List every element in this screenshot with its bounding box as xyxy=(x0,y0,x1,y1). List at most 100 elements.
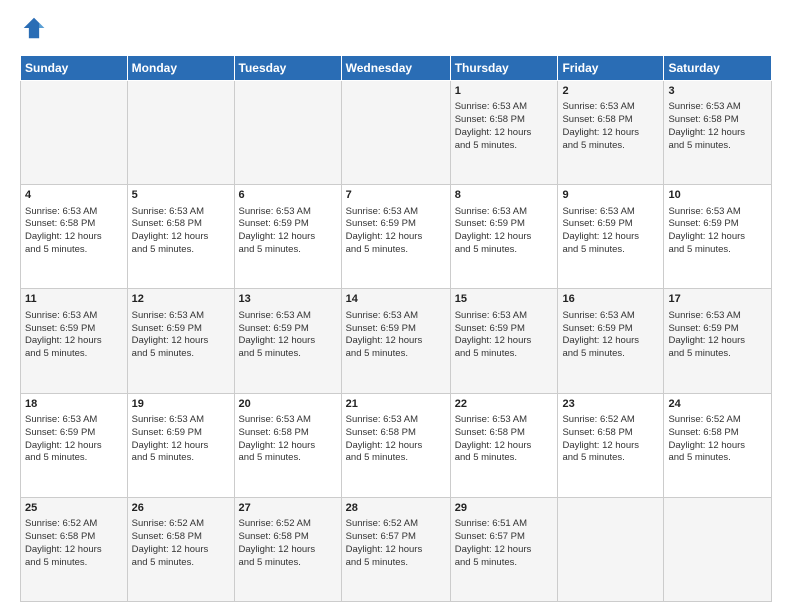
col-saturday: Saturday xyxy=(664,56,772,81)
table-row: 3Sunrise: 6:53 AM Sunset: 6:58 PM Daylig… xyxy=(664,81,772,185)
table-row xyxy=(21,81,128,185)
table-row: 4 Sunrise: 6:53 AM Sunset: 6:58 PM Daylig… xyxy=(21,185,128,289)
table-row: 19 Sunrise: 6:53 AM Sunset: 6:59 PM Dayli… xyxy=(127,393,234,497)
table-row: 7 Sunrise: 6:53 AM Sunset: 6:59 PM Daylig… xyxy=(341,185,450,289)
table-row: 5 Sunrise: 6:53 AM Sunset: 6:58 PM Daylig… xyxy=(127,185,234,289)
table-row: 23Sunrise: 6:52 AM Sunset: 6:58 PM Dayli… xyxy=(558,393,664,497)
calendar-header-row: Sunday Monday Tuesday Wednesday Thursday… xyxy=(21,56,772,81)
calendar-table: Sunday Monday Tuesday Wednesday Thursday… xyxy=(20,55,772,602)
day-number: 1 xyxy=(455,84,554,99)
table-row: 22 Sunrise: 6:53 AM Sunset: 6:58 PM Dayli… xyxy=(450,393,558,497)
day-number: 23 xyxy=(562,397,659,412)
day-info: Sunrise: 6:52 AM Sunset: 6:58 PM Dayligh… xyxy=(668,414,767,465)
calendar-week-row: 18Sunrise: 6:53 AM Sunset: 6:59 PM Dayli… xyxy=(21,393,772,497)
day-info: Sunrise: 6:53 AM Sunset: 6:58 PM Dayligh… xyxy=(25,206,123,257)
day-number: 3 xyxy=(668,84,767,99)
day-number: 14 xyxy=(346,292,446,307)
day-info: Sunrise: 6:51 AM Sunset: 6:57 PM Dayligh… xyxy=(455,518,554,569)
table-row xyxy=(341,81,450,185)
calendar-week-row: 4 Sunrise: 6:53 AM Sunset: 6:58 PM Daylig… xyxy=(21,185,772,289)
day-number: 12 xyxy=(132,292,230,307)
day-number: 25 xyxy=(25,501,123,516)
day-number: 9 xyxy=(562,188,659,203)
col-thursday: Thursday xyxy=(450,56,558,81)
table-row: 27 Sunrise: 6:52 AM Sunset: 6:58 PM Dayli… xyxy=(234,497,341,601)
table-row: 25 Sunrise: 6:52 AM Sunset: 6:58 PM Dayli… xyxy=(21,497,128,601)
col-sunday: Sunday xyxy=(21,56,128,81)
day-number: 13 xyxy=(239,292,337,307)
table-row: 13 Sunrise: 6:53 AM Sunset: 6:59 PM Dayli… xyxy=(234,289,341,393)
table-row: 16 Sunrise: 6:53 AM Sunset: 6:59 PM Dayli… xyxy=(558,289,664,393)
day-info: Sunrise: 6:52 AM Sunset: 6:58 PM Dayligh… xyxy=(25,518,123,569)
day-info: Sunrise: 6:53 AM Sunset: 6:58 PM Dayligh… xyxy=(455,414,554,465)
day-number: 21 xyxy=(346,397,446,412)
calendar-week-row: 1 Sunrise: 6:53 AM Sunset: 6:58 PM Daylig… xyxy=(21,81,772,185)
day-info: Sunrise: 6:53 AM Sunset: 6:59 PM Dayligh… xyxy=(562,310,659,361)
table-row: 10 Sunrise: 6:53 AM Sunset: 6:59 PM Dayli… xyxy=(664,185,772,289)
day-number: 2 xyxy=(562,84,659,99)
table-row: 6 Sunrise: 6:53 AM Sunset: 6:59 PM Daylig… xyxy=(234,185,341,289)
table-row: 26 Sunrise: 6:52 AM Sunset: 6:58 PM Dayli… xyxy=(127,497,234,601)
col-tuesday: Tuesday xyxy=(234,56,341,81)
day-number: 15 xyxy=(455,292,554,307)
day-info: Sunrise: 6:53 AM Sunset: 6:59 PM Dayligh… xyxy=(668,206,767,257)
table-row xyxy=(234,81,341,185)
col-monday: Monday xyxy=(127,56,234,81)
day-info: Sunrise: 6:52 AM Sunset: 6:58 PM Dayligh… xyxy=(239,518,337,569)
day-number: 6 xyxy=(239,188,337,203)
table-row: 8Sunrise: 6:53 AM Sunset: 6:59 PM Daylig… xyxy=(450,185,558,289)
day-info: Sunrise: 6:53 AM Sunset: 6:59 PM Dayligh… xyxy=(562,206,659,257)
calendar-week-row: 25 Sunrise: 6:52 AM Sunset: 6:58 PM Dayli… xyxy=(21,497,772,601)
day-number: 27 xyxy=(239,501,337,516)
day-number: 28 xyxy=(346,501,446,516)
day-number: 5 xyxy=(132,188,230,203)
table-row: 21 Sunrise: 6:53 AM Sunset: 6:58 PM Dayli… xyxy=(341,393,450,497)
day-info: Sunrise: 6:53 AM Sunset: 6:58 PM Dayligh… xyxy=(239,414,337,465)
day-number: 22 xyxy=(455,397,554,412)
col-friday: Friday xyxy=(558,56,664,81)
page-header xyxy=(20,16,772,45)
day-number: 16 xyxy=(562,292,659,307)
day-info: Sunrise: 6:53 AM Sunset: 6:58 PM Dayligh… xyxy=(132,206,230,257)
table-row: 20Sunrise: 6:53 AM Sunset: 6:58 PM Dayli… xyxy=(234,393,341,497)
table-row: 18Sunrise: 6:53 AM Sunset: 6:59 PM Dayli… xyxy=(21,393,128,497)
table-row: 1 Sunrise: 6:53 AM Sunset: 6:58 PM Daylig… xyxy=(450,81,558,185)
day-info: Sunrise: 6:52 AM Sunset: 6:57 PM Dayligh… xyxy=(346,518,446,569)
day-info: Sunrise: 6:53 AM Sunset: 6:59 PM Dayligh… xyxy=(668,310,767,361)
day-number: 24 xyxy=(668,397,767,412)
day-number: 7 xyxy=(346,188,446,203)
day-info: Sunrise: 6:53 AM Sunset: 6:58 PM Dayligh… xyxy=(455,101,554,152)
calendar-week-row: 11Sunrise: 6:53 AM Sunset: 6:59 PM Dayli… xyxy=(21,289,772,393)
table-row: 24 Sunrise: 6:52 AM Sunset: 6:58 PM Dayli… xyxy=(664,393,772,497)
day-number: 10 xyxy=(668,188,767,203)
day-info: Sunrise: 6:53 AM Sunset: 6:59 PM Dayligh… xyxy=(25,310,123,361)
day-number: 29 xyxy=(455,501,554,516)
day-info: Sunrise: 6:53 AM Sunset: 6:59 PM Dayligh… xyxy=(239,310,337,361)
day-number: 17 xyxy=(668,292,767,307)
table-row: 15 Sunrise: 6:53 AM Sunset: 6:59 PM Dayli… xyxy=(450,289,558,393)
day-info: Sunrise: 6:53 AM Sunset: 6:59 PM Dayligh… xyxy=(132,310,230,361)
day-info: Sunrise: 6:53 AM Sunset: 6:58 PM Dayligh… xyxy=(562,101,659,152)
day-info: Sunrise: 6:53 AM Sunset: 6:58 PM Dayligh… xyxy=(346,414,446,465)
table-row: 12 Sunrise: 6:53 AM Sunset: 6:59 PM Dayli… xyxy=(127,289,234,393)
logo-icon xyxy=(22,16,46,40)
table-row: 14 Sunrise: 6:53 AM Sunset: 6:59 PM Dayli… xyxy=(341,289,450,393)
day-number: 4 xyxy=(25,188,123,203)
day-info: Sunrise: 6:52 AM Sunset: 6:58 PM Dayligh… xyxy=(132,518,230,569)
day-info: Sunrise: 6:53 AM Sunset: 6:59 PM Dayligh… xyxy=(25,414,123,465)
day-number: 19 xyxy=(132,397,230,412)
table-row xyxy=(558,497,664,601)
day-info: Sunrise: 6:53 AM Sunset: 6:59 PM Dayligh… xyxy=(346,310,446,361)
table-row: 28 Sunrise: 6:52 AM Sunset: 6:57 PM Dayli… xyxy=(341,497,450,601)
day-number: 26 xyxy=(132,501,230,516)
table-row: 2 Sunrise: 6:53 AM Sunset: 6:58 PM Daylig… xyxy=(558,81,664,185)
day-info: Sunrise: 6:53 AM Sunset: 6:59 PM Dayligh… xyxy=(239,206,337,257)
table-row: 9 Sunrise: 6:53 AM Sunset: 6:59 PM Daylig… xyxy=(558,185,664,289)
col-wednesday: Wednesday xyxy=(341,56,450,81)
day-info: Sunrise: 6:53 AM Sunset: 6:59 PM Dayligh… xyxy=(346,206,446,257)
day-number: 8 xyxy=(455,188,554,203)
day-info: Sunrise: 6:53 AM Sunset: 6:59 PM Dayligh… xyxy=(455,310,554,361)
table-row xyxy=(127,81,234,185)
day-info: Sunrise: 6:53 AM Sunset: 6:59 PM Dayligh… xyxy=(132,414,230,465)
table-row xyxy=(664,497,772,601)
